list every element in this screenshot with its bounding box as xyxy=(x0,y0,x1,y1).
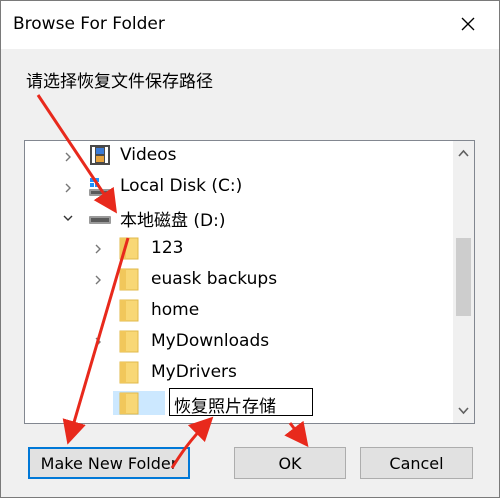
vertical-scrollbar[interactable] xyxy=(453,141,474,423)
scroll-thumb[interactable] xyxy=(456,238,471,316)
drive-icon xyxy=(89,216,111,224)
cancel-label: Cancel xyxy=(389,453,444,473)
make-new-folder-button[interactable]: Make New Folder xyxy=(28,447,190,479)
browse-for-folder-dialog: Browse For Folder 请选择恢复文件保存路径 Videos Loc… xyxy=(0,0,500,498)
instruction-text: 请选择恢复文件保存路径 xyxy=(26,72,213,92)
tree-item-label: 本地磁盘 (D:) xyxy=(120,211,226,231)
chevron-right-icon[interactable] xyxy=(92,274,104,286)
chevron-right-icon[interactable] xyxy=(62,182,74,194)
tree-item-label: Videos xyxy=(120,145,177,165)
ok-label: OK xyxy=(278,453,302,473)
ok-button[interactable]: OK xyxy=(234,447,346,479)
rename-input[interactable]: 恢复照片存储 xyxy=(169,388,313,417)
tree-item-label: euask backups xyxy=(151,269,278,289)
video-folder-icon xyxy=(90,145,110,165)
make-new-folder-label: Make New Folder xyxy=(40,453,178,473)
chevron-down-icon[interactable] xyxy=(62,212,74,224)
chevron-right-icon[interactable] xyxy=(62,151,74,163)
rename-input-text: 恢复照片存储 xyxy=(174,397,276,417)
tree-item-label: 123 xyxy=(151,238,184,258)
folder-icon xyxy=(119,392,139,415)
folder-icon xyxy=(119,237,139,260)
folder-icon xyxy=(119,361,139,384)
scroll-up-icon[interactable] xyxy=(453,143,474,164)
folder-icon xyxy=(119,299,139,322)
folder-tree[interactable]: Videos Local Disk (C:) 本地磁盘 (D:) 123 eua… xyxy=(24,140,475,424)
window-title: Browse For Folder xyxy=(13,14,165,34)
tree-item-label: MyDrivers xyxy=(151,362,237,382)
windows-drive-icon xyxy=(89,178,111,196)
tree-item-label: MyDownloads xyxy=(151,331,270,351)
folder-icon xyxy=(119,268,139,291)
title-bar: Browse For Folder xyxy=(1,1,499,49)
close-button[interactable] xyxy=(455,11,481,37)
tree-item-label: Local Disk (C:) xyxy=(120,176,243,196)
scroll-down-icon[interactable] xyxy=(453,400,474,421)
folder-icon xyxy=(119,330,139,353)
chevron-right-icon[interactable] xyxy=(92,243,104,255)
tree-item-label: home xyxy=(151,300,200,320)
cancel-button[interactable]: Cancel xyxy=(360,447,473,479)
chevron-right-icon[interactable] xyxy=(92,336,104,348)
close-icon xyxy=(461,17,475,31)
